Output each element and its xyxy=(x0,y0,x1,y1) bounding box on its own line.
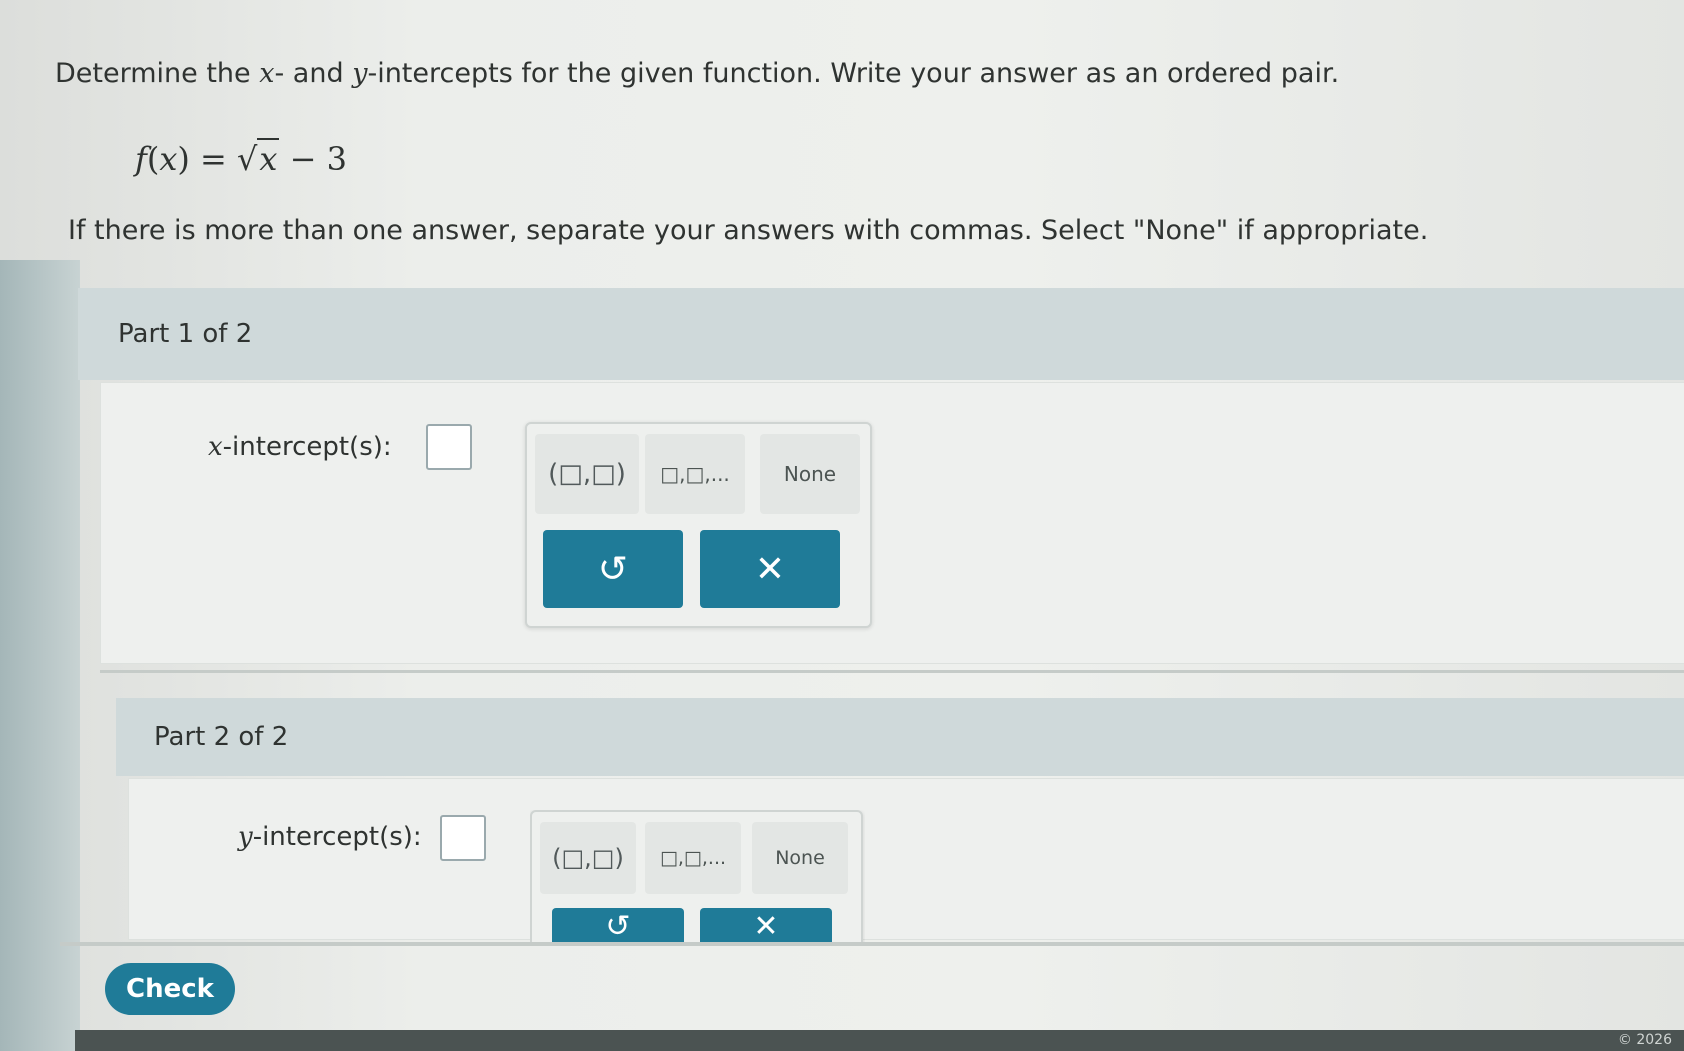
y-intercept-input[interactable] xyxy=(440,815,486,861)
y-variable: y xyxy=(238,822,253,852)
section-divider xyxy=(100,670,1684,673)
x-intercept-label: x-intercept(s): xyxy=(208,432,392,462)
part-2-keypad-viewport: (□,□) □,□,... None ↺ ✕ xyxy=(530,810,865,944)
part-1-keypad: (□,□) □,□,... None ↺ ✕ xyxy=(525,422,872,628)
function-argument: x xyxy=(159,140,178,178)
list-button[interactable]: □,□,... xyxy=(645,822,741,894)
part-2-header: Part 2 of 2 xyxy=(116,698,1684,776)
close-icon: ✕ xyxy=(753,908,779,944)
x-variable: x xyxy=(208,432,223,462)
function-name: f xyxy=(135,140,147,178)
paren-open: ( xyxy=(146,140,160,178)
instruction-text: Determine the xyxy=(55,58,260,89)
function-constant: − 3 xyxy=(279,140,347,178)
footer-divider xyxy=(60,942,1684,946)
part-2-keypad: (□,□) □,□,... None ↺ ✕ xyxy=(530,810,863,944)
part-1-header: Part 1 of 2 xyxy=(78,288,1684,380)
undo-button[interactable]: ↺ xyxy=(543,530,683,608)
clear-button[interactable]: ✕ xyxy=(700,530,840,608)
instruction-text: - and xyxy=(274,58,353,89)
part-2-body xyxy=(128,778,1684,940)
check-button[interactable]: Check xyxy=(105,963,235,1015)
intercept-label-text: -intercept(s): xyxy=(222,432,392,462)
part-1-title: Part 1 of 2 xyxy=(118,319,253,349)
y-variable: y xyxy=(352,58,368,89)
footer-bar xyxy=(75,1030,1684,1051)
equals-sign: = xyxy=(189,140,238,178)
none-button[interactable]: None xyxy=(752,822,848,894)
clear-button[interactable]: ✕ xyxy=(700,908,832,944)
radical-icon: √ xyxy=(237,140,258,178)
x-intercept-input[interactable] xyxy=(426,424,472,470)
copyright-text: © 2026 xyxy=(1617,1032,1672,1048)
part-2-title: Part 2 of 2 xyxy=(154,722,289,752)
instruction-line-2: If there is more than one answer, separa… xyxy=(68,215,1429,246)
list-button[interactable]: □,□,... xyxy=(645,434,745,514)
ordered-pair-button[interactable]: (□,□) xyxy=(535,434,639,514)
intercept-label-text: -intercept(s): xyxy=(252,822,422,852)
sidebar-shade xyxy=(0,260,80,1051)
function-expression: f(x) = √x − 3 xyxy=(135,138,347,178)
ordered-pair-button[interactable]: (□,□) xyxy=(540,822,636,894)
undo-icon: ↺ xyxy=(605,908,631,944)
part-1-body xyxy=(100,382,1684,664)
instruction-text: -intercepts for the given function. Writ… xyxy=(367,58,1340,89)
paren-close: ) xyxy=(177,140,190,178)
y-intercept-label: y-intercept(s): xyxy=(238,822,422,852)
radicand: x xyxy=(257,138,280,178)
instruction-line-1: Determine the x- and y-intercepts for th… xyxy=(55,58,1339,89)
undo-button[interactable]: ↺ xyxy=(552,908,684,944)
close-icon: ✕ xyxy=(754,548,786,590)
none-button[interactable]: None xyxy=(760,434,860,514)
undo-icon: ↺ xyxy=(597,548,629,590)
x-variable: x xyxy=(259,58,275,89)
